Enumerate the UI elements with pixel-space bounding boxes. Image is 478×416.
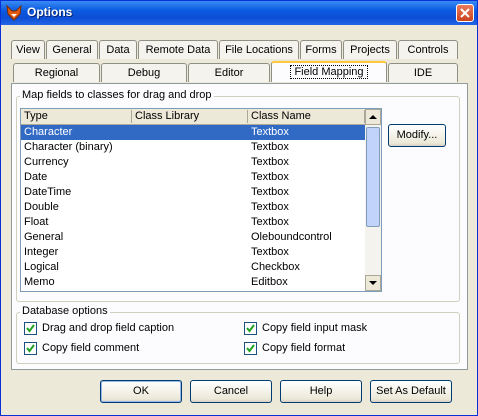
- close-button[interactable]: [456, 4, 474, 22]
- mapping-grid[interactable]: Type Class Library Class Name Character T…: [20, 108, 382, 292]
- cell-type: Memo: [24, 276, 55, 288]
- tab-label: Data: [106, 44, 130, 56]
- column-separator[interactable]: [247, 110, 248, 123]
- tab-label: Controls: [407, 44, 449, 56]
- cancel-button[interactable]: Cancel: [190, 380, 272, 403]
- table-row[interactable]: Float Textbox: [21, 215, 365, 230]
- ok-button[interactable]: OK: [100, 380, 182, 403]
- cell-type: Double: [24, 201, 59, 213]
- checkbox-box[interactable]: [244, 342, 257, 355]
- scroll-thumb[interactable]: [366, 127, 380, 227]
- cell-class: Textbox: [251, 126, 289, 138]
- checkmark-icon: [26, 324, 35, 333]
- tab-regional[interactable]: Regional: [13, 63, 100, 82]
- tab-remote-data[interactable]: Remote Data: [138, 40, 218, 59]
- checkmark-icon: [26, 344, 35, 353]
- cell-type: Date: [24, 171, 48, 183]
- tab-field-mapping[interactable]: Field Mapping: [271, 61, 387, 82]
- tab-projects[interactable]: Projects: [343, 40, 397, 59]
- table-row[interactable]: Memo Editbox: [21, 275, 365, 290]
- foxpro-fox-icon: [6, 4, 22, 21]
- cell-type: General: [24, 231, 64, 243]
- tab-controls[interactable]: Controls: [398, 40, 458, 59]
- checkmark-icon: [246, 344, 255, 353]
- tab-label: General: [52, 44, 92, 56]
- checkbox-label: Copy field input mask: [262, 322, 368, 334]
- tab-editor[interactable]: Editor: [188, 63, 270, 82]
- tab-label: Forms: [305, 44, 337, 56]
- checkbox-label: Copy field comment: [42, 342, 140, 354]
- cell-class: Textbox: [251, 186, 289, 198]
- tab-label: IDE: [413, 67, 433, 79]
- checkbox-label: Copy field format: [262, 342, 346, 354]
- cell-type: Float: [24, 216, 49, 228]
- checkbox-label: Drag and drop field caption: [42, 322, 175, 334]
- table-row[interactable]: General Oleboundcontrol: [21, 230, 365, 245]
- cell-type: DateTime: [24, 186, 72, 198]
- cell-class: Textbox: [251, 156, 289, 168]
- column-header-class-name[interactable]: Class Name: [251, 110, 311, 122]
- checkbox-box[interactable]: [24, 342, 37, 355]
- column-header-class-library[interactable]: Class Library: [135, 110, 199, 122]
- table-row[interactable]: DateTime Textbox: [21, 185, 365, 200]
- tab-label: View: [16, 44, 40, 56]
- title-bar[interactable]: Options: [1, 1, 477, 25]
- cell-class: Textbox: [251, 201, 289, 213]
- cell-type: Integer: [24, 246, 59, 258]
- set-as-default-button[interactable]: Set As Default: [370, 380, 452, 403]
- table-row[interactable]: Date Textbox: [21, 170, 365, 185]
- tab-file-locations[interactable]: File Locations: [219, 40, 299, 59]
- database-options-label: Database options: [20, 305, 110, 317]
- cell-class: Oleboundcontrol: [251, 231, 332, 243]
- table-row[interactable]: Character Textbox: [21, 125, 365, 140]
- table-row[interactable]: Currency Textbox: [21, 155, 365, 170]
- table-row[interactable]: Double Textbox: [21, 200, 365, 215]
- column-separator[interactable]: [131, 110, 132, 123]
- arrow-down-icon: [369, 281, 377, 285]
- grid-header: Type Class Library Class Name: [21, 109, 365, 125]
- scroll-down-button[interactable]: [365, 275, 381, 291]
- tab-view[interactable]: View: [11, 40, 45, 59]
- close-icon: [460, 8, 470, 18]
- cell-type: Character: [24, 126, 73, 138]
- cell-class: Editbox: [251, 276, 288, 288]
- field-mapping-panel: Map fields to classes for drag and drop …: [11, 83, 468, 370]
- table-row[interactable]: Character (binary) Textbox: [21, 140, 365, 155]
- cell-class: Textbox: [251, 246, 289, 258]
- tab-debug[interactable]: Debug: [101, 63, 187, 82]
- tab-label: Debug: [127, 67, 161, 79]
- tab-ide[interactable]: IDE: [388, 63, 458, 82]
- table-row[interactable]: Integer Textbox: [21, 245, 365, 260]
- mapping-group-label: Map fields to classes for drag and drop: [20, 89, 214, 101]
- cell-type: Currency: [24, 156, 69, 168]
- cell-type: Character (binary): [24, 141, 113, 153]
- table-row[interactable]: Logical Checkbox: [21, 260, 365, 275]
- modify-button[interactable]: Modify...: [388, 124, 446, 147]
- window-title: Options: [27, 5, 73, 19]
- tab-label: File Locations: [225, 44, 293, 56]
- scroll-up-button[interactable]: [365, 109, 381, 125]
- tab-label: Editor: [214, 67, 244, 79]
- options-dialog: Options View General Data Remote Data Fi…: [0, 0, 478, 416]
- database-options-group: [16, 312, 460, 364]
- cell-class: Textbox: [251, 171, 289, 183]
- arrow-up-icon: [369, 115, 377, 119]
- cell-type: Logical: [24, 261, 59, 273]
- column-header-type[interactable]: Type: [24, 110, 48, 122]
- tab-forms[interactable]: Forms: [300, 40, 342, 59]
- cell-class: Textbox: [251, 141, 289, 153]
- tab-data[interactable]: Data: [99, 40, 137, 59]
- tab-label: Remote Data: [145, 44, 211, 56]
- checkmark-icon: [246, 324, 255, 333]
- tab-label: Field Mapping: [290, 65, 368, 79]
- tab-general[interactable]: General: [46, 40, 98, 59]
- cell-class: Textbox: [251, 216, 289, 228]
- cell-class: Checkbox: [251, 261, 300, 273]
- tab-label: Regional: [34, 67, 79, 79]
- vertical-scrollbar[interactable]: [365, 109, 381, 291]
- checkbox-box[interactable]: [244, 322, 257, 335]
- help-button[interactable]: Help: [280, 380, 362, 403]
- checkbox-box[interactable]: [24, 322, 37, 335]
- tab-label: Projects: [350, 44, 390, 56]
